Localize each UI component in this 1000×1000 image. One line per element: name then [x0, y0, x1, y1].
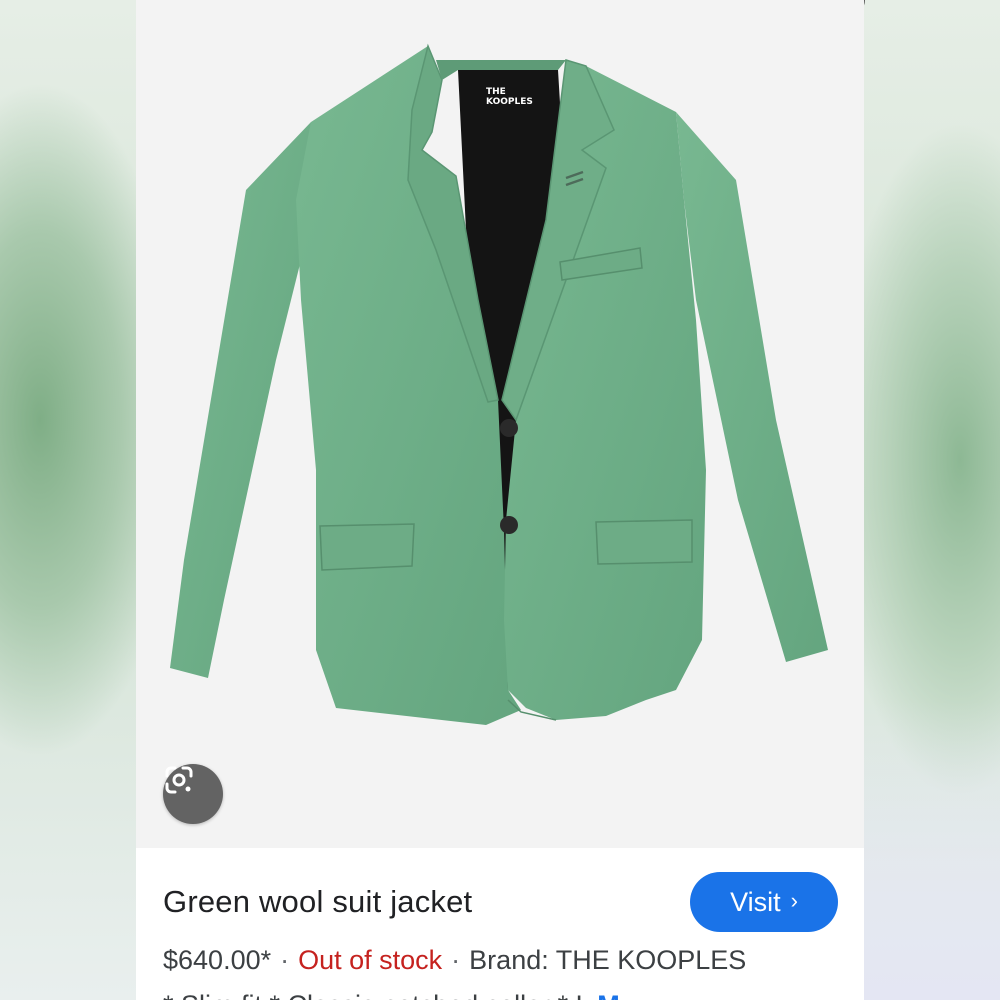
- visit-button[interactable]: Visit ›: [690, 872, 838, 932]
- google-lens-icon: [165, 766, 193, 794]
- separator: ·: [280, 945, 290, 975]
- separator: ·: [451, 945, 461, 975]
- product-meta: $640.00* · Out of stock · Brand: THE KOOPLES: [163, 945, 746, 976]
- product-features: * Slim fit * Classic notched collar * L …: [163, 990, 843, 1000]
- product-brand: Brand: THE KOOPLES: [469, 945, 747, 975]
- more-link[interactable]: M: [597, 990, 620, 1000]
- brand-label-line2: KOOPLES: [486, 97, 533, 107]
- visit-button-label: Visit: [730, 886, 781, 917]
- features-text: * Slim fit * Classic notched collar * L: [163, 990, 590, 1000]
- chevron-right-icon: ›: [790, 888, 798, 913]
- stock-status: Out of stock: [298, 945, 443, 975]
- product-title[interactable]: Green wool suit jacket: [163, 884, 472, 920]
- product-info-panel: Green wool suit jacket Visit › $640.00* ·…: [136, 848, 864, 1000]
- google-lens-button[interactable]: [163, 764, 223, 824]
- product-card[interactable]: THE KOOPLES Green wool suit jacket Visit…: [136, 0, 864, 1000]
- backdrop-shade: [860, 700, 1000, 1000]
- jacket-illustration: THE KOOPLES: [170, 43, 828, 725]
- brand-label-line1: THE: [486, 87, 506, 97]
- product-image[interactable]: THE KOOPLES: [136, 0, 864, 848]
- product-price: $640.00*: [163, 945, 272, 975]
